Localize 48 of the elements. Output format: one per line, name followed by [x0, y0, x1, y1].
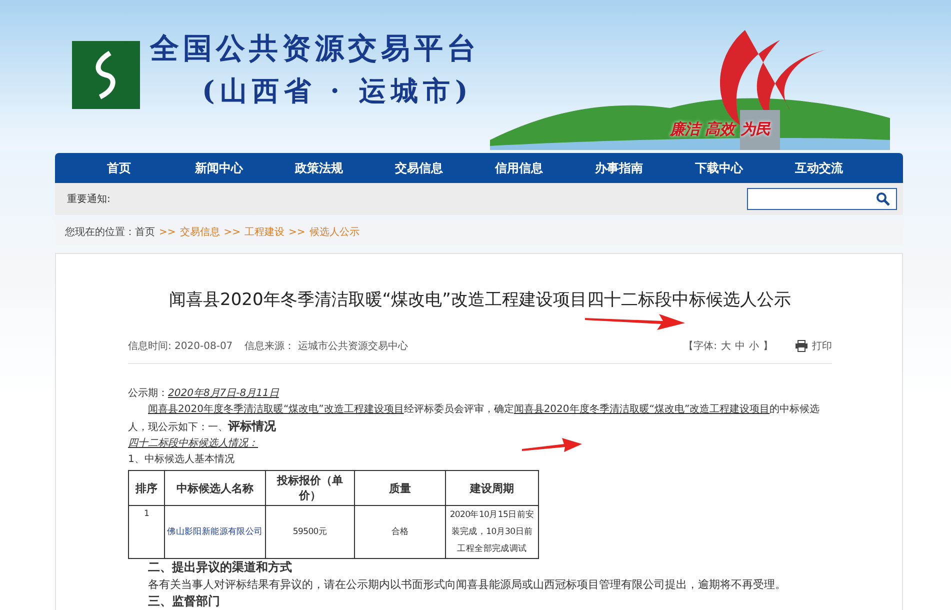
nav-link[interactable]: 互动交流 — [769, 153, 869, 183]
logo-icon — [72, 41, 140, 109]
nav-link[interactable]: 首页 — [69, 153, 169, 183]
period-dates: 2020年8月7日-8月11日 — [168, 388, 279, 399]
font-size-bracket: 】 — [763, 340, 773, 353]
annotation-arrow — [522, 437, 582, 453]
table-cell: 1 — [128, 506, 164, 558]
table-cell: 合格 — [354, 506, 446, 558]
table-cell: 59500元 — [266, 506, 354, 558]
period-label: 公示期： — [128, 388, 168, 399]
breadcrumb-separator: >> — [288, 226, 306, 238]
slogan: 廉洁 高效 为民 — [670, 120, 770, 139]
nav-link[interactable]: 下载中心 — [669, 153, 769, 183]
table-caption: 1、中标候选人基本情况 — [128, 454, 234, 465]
font-size-link[interactable]: 小 — [749, 339, 759, 353]
nav-link[interactable]: 新闻中心 — [169, 153, 269, 183]
printer-icon[interactable] — [795, 340, 808, 352]
font-size-link[interactable]: 中 — [735, 339, 745, 353]
table-cell: 佛山影阳新能源有限公司 — [164, 506, 266, 558]
table-cell: 2020年10月15日前安装完成，10月30日前工程全部完成调试 — [446, 506, 538, 558]
nav-link[interactable]: 政策法规 — [269, 153, 369, 183]
site-subtitle: (山西省 · 运城市) — [202, 75, 473, 109]
print-link[interactable]: 打印 — [812, 339, 832, 353]
section-heading: 三、监督部门 — [148, 593, 221, 609]
info-source: 信息来源： 运城市公共资源交易中心 — [244, 340, 408, 353]
breadcrumb-prefix: 您现在的位置：首页 — [65, 226, 155, 239]
notice-label: 重要通知: — [67, 192, 110, 206]
publish-time: 信息时间: 2020-08-07 — [128, 340, 233, 353]
breadcrumb-separator: >> — [159, 226, 176, 238]
search-icon[interactable] — [876, 192, 890, 206]
article-title: 闻喜县2020年冬季清洁取暖“煤改电”改造工程建设项目四十二标段中标候选人公示 — [168, 289, 792, 311]
nav-link[interactable]: 交易信息 — [369, 153, 469, 183]
nav-link[interactable]: 办事指南 — [569, 153, 669, 183]
nav-link[interactable]: 信用信息 — [469, 153, 569, 183]
lot-heading: 四十二标段中标候选人情况： — [128, 438, 258, 449]
font-size-label: 【字体: — [684, 340, 717, 353]
section-paragraph: 各有关当事人对评标结果有异议的，请在公示期内以书面形式向闻喜县能源局或山西冠标项目管理有限公司提出，逾期将不再受理。 — [148, 577, 787, 593]
table-header: 质量 — [354, 470, 446, 506]
site-title: 全国公共资源交易平台 — [150, 30, 480, 67]
breadcrumb-separator: >> — [224, 226, 241, 238]
intro-paragraph: 闻喜县2020年度冬季清洁取暖“煤改电”改造工程建设项目经评标委员会评审，确定闻喜县2020年度冬季清洁取暖“煤改电”改造工程建设项目 的中标候选人，现公示如下：一、评标情况 — [128, 402, 821, 435]
table-header: 建设周期 — [446, 470, 538, 506]
font-size-link[interactable]: 大 — [721, 339, 731, 353]
search-field[interactable] — [747, 188, 897, 210]
table-header: 排序 — [128, 470, 164, 506]
table-header: 投标报价（单价） — [266, 470, 354, 506]
section-heading: 二、提出异议的渠道和方式 — [148, 559, 293, 575]
table-header: 中标候选人名称 — [164, 470, 266, 506]
